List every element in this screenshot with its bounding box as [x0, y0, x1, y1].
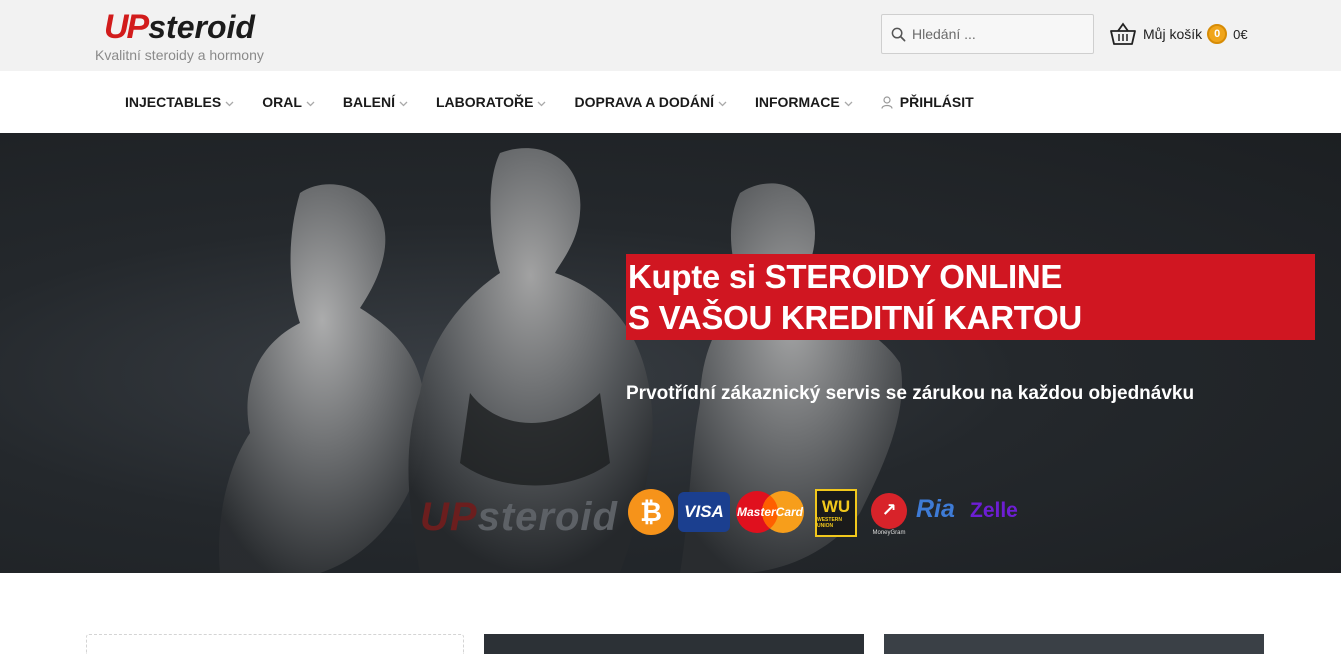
- bitcoin-icon: ₿: [628, 489, 674, 535]
- chevron-down-icon: [399, 101, 408, 106]
- hero-title-line1: Kupte si STEROIDY ONLINE: [628, 258, 1063, 295]
- nav-item-label: INFORMACE: [754, 94, 840, 110]
- hero-banner[interactable]: Kupte si STEROIDY ONLINE S VAŠOU KREDITN…: [0, 133, 1341, 573]
- moneygram-logo: ↗ MoneyGram: [866, 489, 912, 539]
- nav-item-login[interactable]: PŘIHLÁSIT: [881, 94, 974, 110]
- chevron-down-icon: [538, 101, 546, 106]
- hero-title: Kupte si STEROIDY ONLINE S VAŠOU KREDITN…: [626, 254, 1315, 340]
- moneygram-text: MoneyGram: [872, 529, 906, 536]
- content-card[interactable]: [884, 634, 1264, 654]
- zelle-logo: Zelle: [970, 499, 1018, 522]
- site-tagline: Kvalitní steroidy a hormony: [95, 47, 264, 63]
- basket-icon: [1110, 22, 1136, 45]
- logo-steroid-text: steroid: [148, 9, 255, 45]
- watermark-logo: UPsteroid: [420, 495, 618, 540]
- moneygram-icon: ↗: [871, 492, 907, 529]
- hero-title-line2: S VAŠOU KREDITNÍ KARTOU: [628, 299, 1082, 336]
- nav-item-label: INJECTABLES: [125, 94, 222, 110]
- western-union-logo: WU WESTERN UNION: [815, 489, 857, 537]
- site-logo[interactable]: UP steroid: [104, 8, 255, 46]
- nav-item-informace[interactable]: INFORMACE: [755, 94, 853, 110]
- nav-item-doprava[interactable]: DOPRAVA A DODÁNÍ: [574, 94, 727, 110]
- nav-item-label: BALENÍ: [342, 94, 395, 110]
- cart-link[interactable]: Můj košík 0 0€: [1109, 20, 1248, 48]
- top-header: UP steroid Kvalitní steroidy a hormony M…: [0, 0, 1341, 71]
- mastercard-text: MasterCard: [737, 505, 804, 519]
- cart-total: 0€: [1233, 26, 1248, 42]
- nav-item-laboratore[interactable]: LABORATOŘE: [436, 94, 546, 110]
- nav-item-label: DOPRAVA A DODÁNÍ: [574, 94, 714, 110]
- watermark-steroid: steroid: [477, 495, 618, 539]
- search-box[interactable]: [881, 14, 1094, 54]
- nav-item-label: ORAL: [262, 94, 302, 110]
- content-card[interactable]: [86, 634, 464, 654]
- hero-subtitle: Prvotřídní zákaznický servis se zárukou …: [626, 383, 1195, 404]
- nav-item-oral[interactable]: ORAL: [262, 94, 315, 110]
- nav-item-injectables[interactable]: INJECTABLES: [125, 94, 234, 110]
- nav-item-label: LABORATOŘE: [436, 94, 534, 110]
- cart-count-badge: 0: [1207, 24, 1228, 44]
- search-icon: [891, 27, 906, 41]
- chevron-down-icon: [225, 101, 234, 106]
- chevron-down-icon: [306, 101, 315, 106]
- chevron-down-icon: [844, 101, 853, 106]
- user-icon: [881, 95, 893, 109]
- chevron-down-icon: [718, 101, 727, 106]
- cart-label: Můj košík: [1143, 26, 1203, 42]
- search-input[interactable]: [912, 26, 1082, 42]
- watermark-up: UP: [420, 495, 478, 539]
- ria-logo: Ria: [916, 495, 955, 523]
- wu-subtext: WESTERN UNION: [817, 517, 842, 529]
- visa-logo: VISA: [678, 492, 730, 532]
- nav-item-baleni[interactable]: BALENÍ: [343, 94, 408, 110]
- main-nav: INJECTABLES ORAL BALENÍ LABORATOŘE DOPRA…: [0, 71, 1341, 133]
- nav-item-label: PŘIHLÁSIT: [899, 94, 974, 110]
- wu-text: WU: [821, 497, 851, 516]
- logo-up-text: UP: [104, 8, 149, 46]
- content-card[interactable]: [484, 634, 864, 654]
- mastercard-logo: MasterCard: [733, 490, 807, 534]
